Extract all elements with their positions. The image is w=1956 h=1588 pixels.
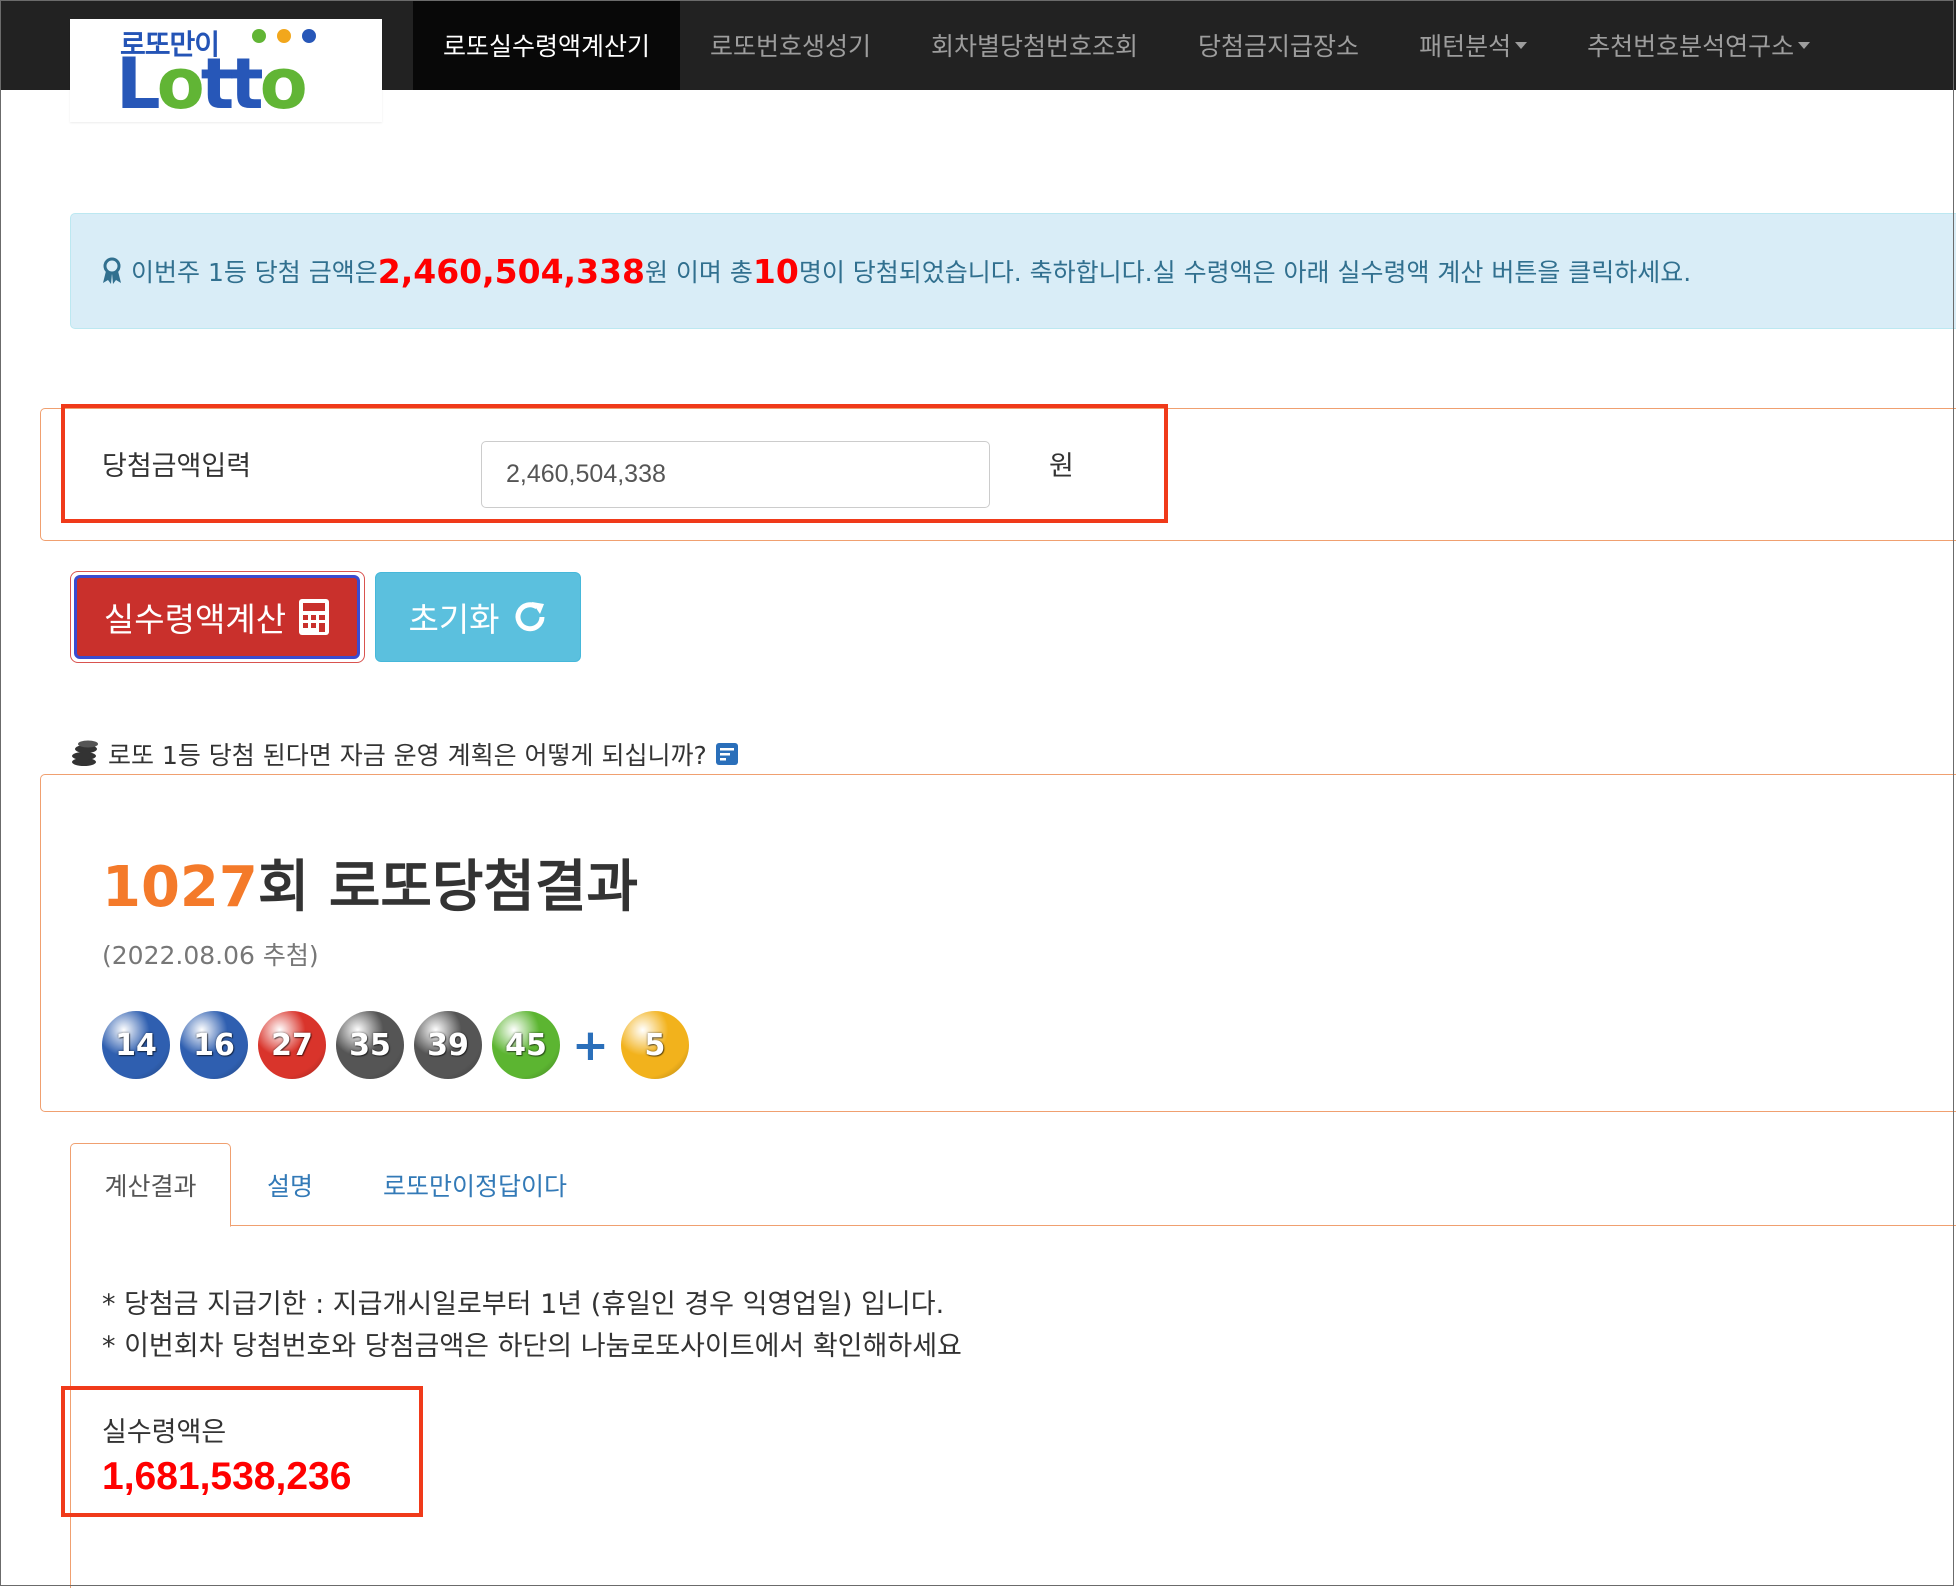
note-check-site: * 이번회차 당첨번호와 당첨금액은 하단의 나눔로또사이트에서 확인해하세요: [102, 1331, 962, 1362]
nav-item-recommend-lab[interactable]: 추천번호분석연구소: [1557, 0, 1840, 90]
draw-date: (2022.08.06 추첨): [102, 941, 319, 970]
alert-winner-count: 10: [752, 251, 799, 291]
nav-menu: 로또실수령액계산기 로또번호생성기 회차별당첨번호조회 당첨금지급장소 패턴분석…: [413, 0, 1840, 90]
winning-balls: 14 16 27 35 39 45 + 5: [102, 1011, 699, 1079]
net-amount-label: 실수령액은: [102, 1417, 227, 1448]
site-logo[interactable]: 로또만이 Lotto: [70, 19, 382, 122]
calculate-button[interactable]: 실수령액계산: [74, 575, 360, 659]
caret-down-icon: [1515, 41, 1528, 49]
winner-alert: 이번주 1등 당첨 금액은 2,460,504,338 원 이며 총 10 명이…: [70, 213, 1956, 329]
reset-button[interactable]: 초기화: [375, 572, 581, 662]
lotto-ball: 14: [102, 1011, 170, 1079]
alert-text-post: 명이 당첨되었습니다. 축하합니다.실 수령액은 아래 실수령액 계산 버튼을 …: [798, 258, 1692, 287]
nav-item-pattern-analysis[interactable]: 패턴분석: [1389, 0, 1557, 90]
refresh-icon: [515, 602, 545, 632]
alert-text-mid: 원 이며 총: [644, 258, 753, 287]
net-amount-value: 1,681,538,236: [102, 1455, 352, 1498]
amount-input[interactable]: [481, 441, 990, 508]
note-payout-deadline: * 당첨금 지급기한 : 지급개시일로부터 1년 (휴일인 경우 익영업일) 입…: [102, 1289, 945, 1320]
alert-amount: 2,460,504,338: [377, 251, 645, 291]
round-number: 1027: [102, 855, 258, 920]
tab-description[interactable]: 설명: [267, 1143, 313, 1226]
lotto-ball: 45: [492, 1011, 560, 1079]
alert-text-pre: 이번주 1등 당첨 금액은: [131, 258, 378, 287]
amount-label: 당첨금액입력: [102, 451, 252, 482]
plan-question: 로또 1등 당첨 된다면 자금 운영 계획은 어떻게 되십니까?: [70, 736, 739, 772]
lotto-ball: 16: [180, 1011, 248, 1079]
nav-item-net-calculator[interactable]: 로또실수령액계산기: [413, 0, 681, 90]
tab-calc-result[interactable]: 계산결과: [70, 1143, 231, 1227]
amount-unit: 원: [1049, 451, 1074, 482]
round-title-suffix: 회 로또당첨결과: [257, 855, 638, 920]
lotto-ball: 39: [414, 1011, 482, 1079]
tab-lotto-answer[interactable]: 로또만이정답이다: [383, 1143, 567, 1226]
nav-item-round-lookup[interactable]: 회차별당첨번호조회: [901, 0, 1168, 90]
bonus-ball: 5: [620, 1011, 689, 1079]
nav-item-payout-places[interactable]: 당첨금지급장소: [1168, 0, 1389, 90]
caret-down-icon: [1798, 41, 1811, 49]
calculate-button-label: 실수령액계산: [103, 600, 287, 639]
lotto-ball: 27: [258, 1011, 326, 1079]
round-title: 1027회 로또당첨결과: [102, 842, 638, 923]
plan-question-text: 로또 1등 당첨 된다면 자금 운영 계획은 어떻게 되십니까?: [108, 741, 707, 770]
document-icon[interactable]: [715, 742, 739, 766]
logo-dots: [252, 29, 316, 43]
calculator-icon: [299, 599, 330, 635]
logo-text: Lotto: [116, 43, 308, 125]
lotto-ball: 35: [336, 1011, 404, 1079]
nav-item-number-generator[interactable]: 로또번호생성기: [680, 0, 901, 90]
nav-item-label: 패턴분석: [1419, 32, 1512, 61]
coins-icon: [72, 740, 98, 766]
nav-item-label: 추천번호분석연구소: [1587, 32, 1795, 61]
plus-icon: +: [572, 1019, 609, 1071]
award-icon: [103, 257, 121, 284]
reset-button-label: 초기화: [408, 600, 500, 639]
